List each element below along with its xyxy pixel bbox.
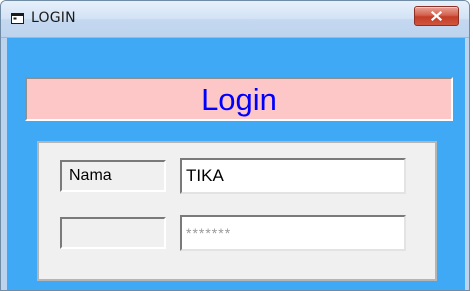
window-icon [11, 13, 24, 24]
login-window: LOGIN Login Nama [0, 0, 470, 291]
banner-title: Login [201, 81, 277, 117]
name-input[interactable] [180, 158, 406, 194]
name-label: Nama [60, 160, 166, 192]
window-title: LOGIN [31, 10, 76, 26]
title-bar[interactable]: LOGIN [1, 1, 469, 38]
login-panel: Nama [37, 141, 437, 281]
password-label [60, 217, 166, 249]
password-input[interactable] [180, 215, 406, 251]
client-area: Login Nama [7, 38, 465, 290]
close-button[interactable] [414, 6, 459, 26]
close-icon [431, 11, 442, 21]
login-banner: Login [25, 77, 453, 121]
